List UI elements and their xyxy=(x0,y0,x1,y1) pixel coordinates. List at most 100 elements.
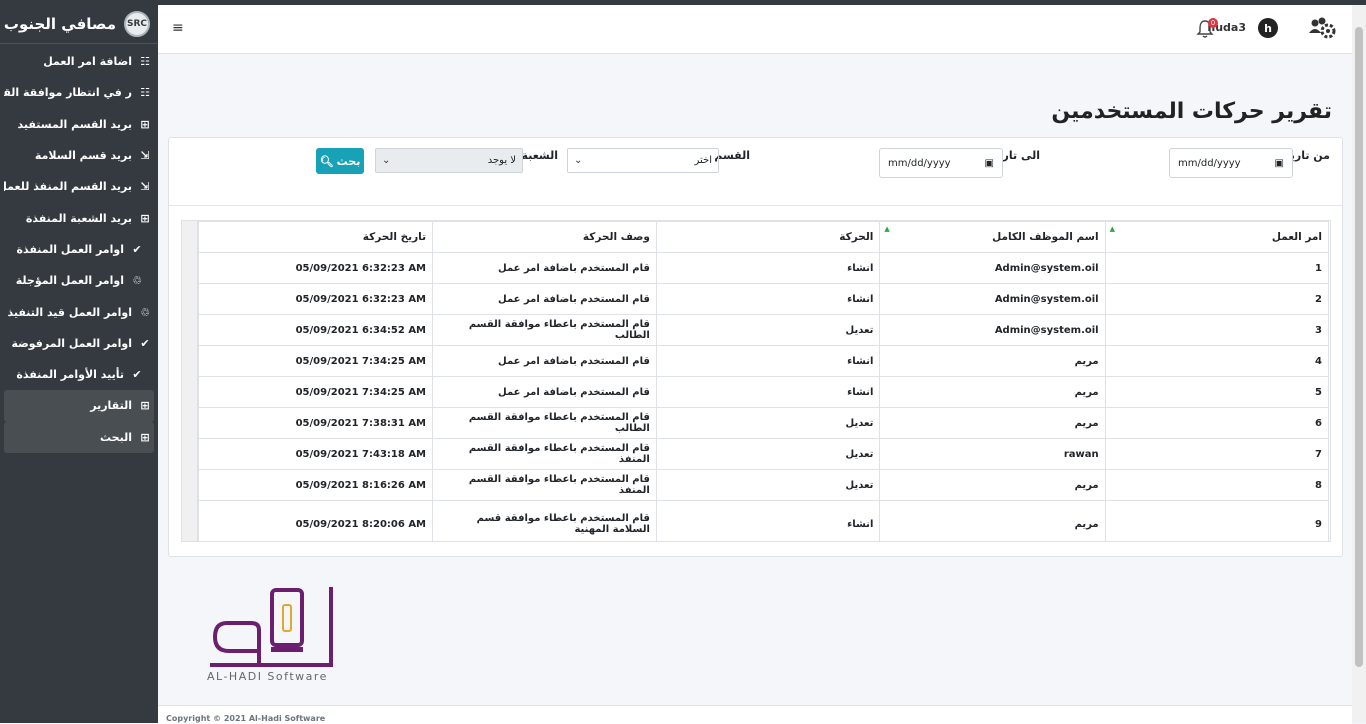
sidebar-item-icon: ⊞ xyxy=(140,399,150,413)
filter-bar: من تاريخ mm/dd/yyyy ▣ الى تاريخ mm/dd/yy… xyxy=(169,138,1342,206)
sidebar-item-icon: ✔ xyxy=(132,368,142,382)
table-cell: قام المستخدم باضافة امر عمل xyxy=(432,376,657,408)
table-cell: قام المستخدم باعطاء موافقة القسم المنفذ xyxy=(432,438,657,470)
sidebar-item-label: اضافة امر العمل xyxy=(43,55,132,69)
sidebar-item-1[interactable]: ☷ ر في انتظار موافقة القسم xyxy=(4,77,154,108)
division-selected: لا يوجد xyxy=(487,155,516,166)
user-avatar[interactable]: h xyxy=(1258,18,1278,38)
movements-table: امر العمل ▲ اسم الموظف الكامل ▲ الحركة و… xyxy=(197,221,1330,541)
division-select[interactable]: لا يوجد ⌄ xyxy=(375,148,523,173)
calendar-icon[interactable]: ▣ xyxy=(1275,158,1284,169)
sidebar-item-10[interactable]: ✔ تأييد الأوامر المنفذة xyxy=(4,359,154,390)
sidebar-item-label: اوامر العمل المؤجلة xyxy=(15,274,124,288)
sidebar-item-icon: ✔ xyxy=(132,242,142,256)
column-header-movement[interactable]: الحركة xyxy=(655,221,881,253)
copyright-text: Copyright © 2021 Al-Hadi Software xyxy=(166,714,326,723)
column-header-description[interactable]: وصف الحركة xyxy=(432,221,657,253)
sidebar-item-label: بريد الشعبة المنفذة xyxy=(25,211,132,225)
users-settings-icon[interactable] xyxy=(1308,16,1336,40)
table-cell: Admin@system.oil xyxy=(879,252,1106,284)
table-cell: 05/09/2021 6:32:23 AM xyxy=(197,252,434,284)
table-scrollbar[interactable] xyxy=(182,221,198,541)
table-cell: تعديل xyxy=(655,314,881,346)
column-header-label: اسم الموظف الكامل xyxy=(992,231,1099,243)
table-cell: Admin@system.oil xyxy=(879,314,1106,346)
table-cell: 4 xyxy=(1104,345,1330,377)
sidebar-item-7[interactable]: ♲ اوامر العمل المؤجلة xyxy=(4,265,154,296)
search-button[interactable]: بحث 🔍︎ xyxy=(316,148,364,174)
sidebar-item-2[interactable]: ⊞ بريد القسم المستفيد xyxy=(4,109,154,140)
table-header-row: امر العمل ▲ اسم الموظف الكامل ▲ الحركة و… xyxy=(197,221,1330,253)
page-scrollbar[interactable] xyxy=(1352,5,1366,723)
sidebar-item-icon: ♲ xyxy=(132,274,142,288)
sidebar-item-icon: ⇲ xyxy=(140,180,150,194)
brand[interactable]: SRC مصافي الجنوب xyxy=(0,5,158,44)
brand-title: مصافي الجنوب xyxy=(3,15,116,33)
table-cell: قام المستخدم باضافة امر عمل xyxy=(432,252,657,284)
table-cell: rawan xyxy=(879,438,1106,470)
table-cell: مريم xyxy=(879,407,1106,439)
from-date-input[interactable]: mm/dd/yyyy ▣ xyxy=(1169,148,1293,178)
table-cell: قام المستخدم باضافة امر عمل xyxy=(432,345,657,377)
table-cell: 9 xyxy=(1104,500,1330,541)
table-row: 7 rawan تعديل قام المستخدم باعطاء موافقة ال… xyxy=(197,438,1330,470)
table-cell: تعديل xyxy=(655,407,881,439)
sidebar-item-label: اوامر العمل قيد التنفيذ xyxy=(7,305,132,319)
table-cell: 7 xyxy=(1104,438,1330,470)
page-scrollbar-thumb[interactable] xyxy=(1355,27,1363,667)
sidebar-item-label: بريد قسم السلامة xyxy=(34,149,132,163)
sidebar-item-label: ر في انتظار موافقة القسم xyxy=(4,86,132,100)
table-cell: قام المستخدم باعطاء موافقة القسم الطالب xyxy=(432,407,657,439)
logo-caption: AL-HADI Software xyxy=(207,670,328,683)
to-date-input[interactable]: mm/dd/yyyy ▣ xyxy=(879,148,1003,178)
sort-arrow-icon[interactable]: ▲ xyxy=(884,225,889,233)
sidebar-item-icon: ☷ xyxy=(140,55,150,69)
department-label: القسم xyxy=(714,149,750,162)
sidebar-item-icon: ☷ xyxy=(140,86,150,100)
sidebar-item-9[interactable]: ✔ اوامر العمل المرفوضة xyxy=(4,328,154,359)
table-cell: مريم xyxy=(879,345,1106,377)
report-card: من تاريخ mm/dd/yyyy ▣ الى تاريخ mm/dd/yy… xyxy=(168,137,1343,557)
sidebar-item-icon: ⇲ xyxy=(140,149,150,163)
search-icon: 🔍︎ xyxy=(319,154,334,168)
calendar-icon[interactable]: ▣ xyxy=(985,158,994,169)
department-selected: اختر xyxy=(694,155,713,166)
department-select[interactable]: اختر ⌄ xyxy=(567,148,719,173)
sidebar-item-label: اوامر العمل المرفوضة xyxy=(11,336,132,350)
sort-arrow-icon[interactable]: ▲ xyxy=(1110,225,1115,233)
sidebar-item-5[interactable]: ⊞ بريد الشعبة المنفذة xyxy=(4,202,154,233)
column-header-date[interactable]: تاريخ الحركة xyxy=(197,221,434,253)
sidebar-item-6[interactable]: ✔ اوامر العمل المنفذة xyxy=(4,234,154,265)
to-date-placeholder: mm/dd/yyyy xyxy=(888,157,951,169)
sidebar-item-label: بريد القسم المستفيد xyxy=(17,117,132,131)
table-row: 8 مريم تعديل قام المستخدم باعطاء موافقة الق… xyxy=(197,469,1330,501)
sidebar-nav: ☷ اضافة امر العمل ☷ ر في انتظار موافقة القس… xyxy=(0,44,158,453)
sidebar-item-0[interactable]: ☷ اضافة امر العمل xyxy=(4,46,154,77)
sidebar-item-label: تأييد الأوامر المنفذة xyxy=(16,368,124,382)
table-cell: قام المستخدم باعطاء موافقة القسم الطالب xyxy=(432,314,657,346)
column-header-employee[interactable]: اسم الموظف الكامل ▲ xyxy=(879,221,1106,253)
table-cell: قام المستخدم باعطاء موافقة القسم المنفذ xyxy=(432,469,657,501)
sidebar-item-label: التقارير xyxy=(90,399,132,413)
menu-toggle-icon[interactable]: ≡ xyxy=(172,20,184,36)
table-cell: مريم xyxy=(879,500,1106,541)
table-cell: 05/09/2021 8:16:26 AM xyxy=(197,469,434,501)
sidebar-item-12[interactable]: ⊞ البحث xyxy=(4,421,154,453)
division-label: الشعبة xyxy=(521,149,558,162)
page-title: تقرير حركات المستخدمين xyxy=(1051,98,1332,124)
sidebar-item-3[interactable]: ⇲ بريد قسم السلامة xyxy=(4,140,154,171)
table-cell: قام المستخدم باضافة امر عمل xyxy=(432,283,657,315)
sidebar-item-4[interactable]: ⇲ بريد القسم المنفذ للعمل xyxy=(4,171,154,202)
table-cell: 6 xyxy=(1104,407,1330,439)
footer: Copyright © 2021 Al-Hadi Software xyxy=(158,705,1352,724)
table-cell: 05/09/2021 7:34:25 AM xyxy=(197,345,434,377)
sidebar-item-8[interactable]: ♲ اوامر العمل قيد التنفيذ xyxy=(4,296,154,327)
sidebar-item-icon: ♲ xyxy=(140,305,150,319)
table-row: 5 مريم انشاء قام المستخدم باضافة امر عمل 05/… xyxy=(197,376,1330,408)
table-cell: قام المستخدم باعطاء موافقة قسم السلامة ا… xyxy=(432,500,657,541)
column-header-order[interactable]: امر العمل ▲ xyxy=(1104,221,1330,253)
sidebar-item-11[interactable]: ⊞ التقارير xyxy=(4,390,154,422)
table-container: امر العمل ▲ اسم الموظف الكامل ▲ الحركة و… xyxy=(181,220,1331,542)
table-cell: انشاء xyxy=(655,345,881,377)
table-row: 9 مريم انشاء قام المستخدم باعطاء موافقة قسم… xyxy=(197,500,1330,541)
